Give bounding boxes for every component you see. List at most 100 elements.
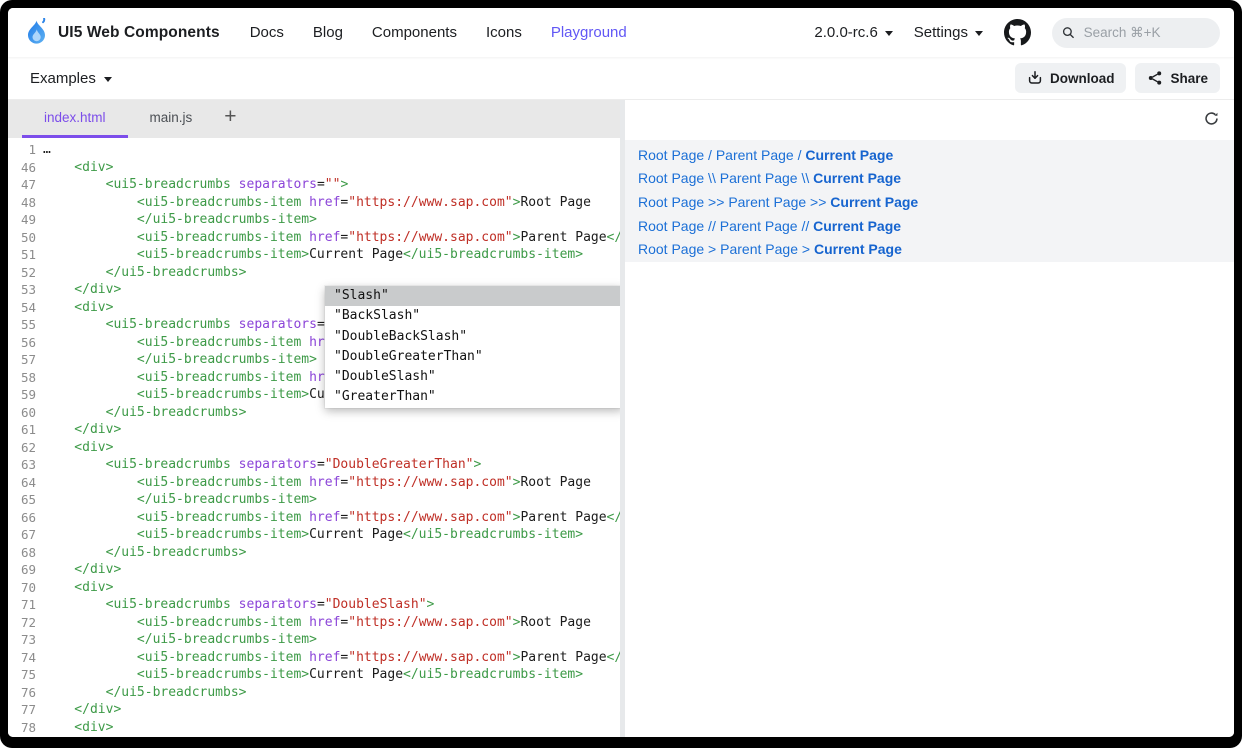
code-line[interactable]: 50 <ui5-breadcrumbs-item href="https://w… bbox=[8, 229, 620, 247]
code-line[interactable]: 51 <ui5-breadcrumbs-item>Current Page</u… bbox=[8, 246, 620, 264]
version-label: 2.0.0-rc.6 bbox=[814, 24, 877, 41]
search-box[interactable] bbox=[1052, 18, 1220, 48]
code-text: </ui5-breadcrumbs> bbox=[43, 684, 247, 702]
nav-link-components[interactable]: Components bbox=[372, 24, 457, 41]
line-number: 52 bbox=[16, 264, 36, 282]
code-line[interactable]: 64 <ui5-breadcrumbs-item href="https://w… bbox=[8, 474, 620, 492]
settings-dropdown[interactable]: Settings bbox=[914, 24, 983, 41]
settings-label: Settings bbox=[914, 24, 968, 41]
editor-tabbar: index.htmlmain.js + bbox=[8, 100, 620, 138]
code-line[interactable]: 47 <ui5-breadcrumbs separators=""> bbox=[8, 176, 620, 194]
code-line[interactable]: 78 <div> bbox=[8, 719, 620, 737]
breadcrumb-link[interactable]: Parent Page bbox=[720, 241, 798, 257]
code-text: <ui5-breadcrumbs-item href="https://www.… bbox=[43, 474, 591, 492]
autocomplete-option[interactable]: "DoubleGreaterThan" bbox=[325, 347, 620, 367]
code-line[interactable]: 77 </div> bbox=[8, 701, 620, 719]
autocomplete-option[interactable]: "BackSlash" bbox=[325, 306, 620, 326]
code-text: <div> bbox=[43, 439, 113, 457]
code-line[interactable]: 73 </ui5-breadcrumbs-item> bbox=[8, 631, 620, 649]
line-number: 66 bbox=[16, 509, 36, 527]
code-line[interactable]: 1… bbox=[8, 141, 620, 159]
code-text: </ui5-breadcrumbs-item> bbox=[43, 491, 317, 509]
share-label: Share bbox=[1170, 71, 1208, 86]
breadcrumb-current-page: Current Page bbox=[813, 218, 901, 234]
nav-link-blog[interactable]: Blog bbox=[313, 24, 343, 41]
breadcrumb-link[interactable]: Parent Page bbox=[728, 194, 806, 210]
code-text: </div> bbox=[43, 281, 121, 299]
add-tab-button[interactable]: + bbox=[214, 106, 250, 132]
code-line[interactable]: 69 </div> bbox=[8, 561, 620, 579]
autocomplete-option[interactable]: "GreaterThan" bbox=[325, 387, 620, 407]
autocomplete-option[interactable]: "Slash" bbox=[325, 286, 620, 306]
code-text: <div> bbox=[43, 159, 113, 177]
line-number: 72 bbox=[16, 614, 36, 632]
code-line[interactable]: 75 <ui5-breadcrumbs-item>Current Page</u… bbox=[8, 666, 620, 684]
breadcrumb-link[interactable]: Parent Page bbox=[720, 170, 798, 186]
breadcrumb-link[interactable]: Root Page bbox=[638, 170, 704, 186]
line-number: 74 bbox=[16, 649, 36, 667]
autocomplete-option[interactable]: "DoubleBackSlash" bbox=[325, 327, 620, 347]
code-line[interactable]: 61 </div> bbox=[8, 421, 620, 439]
breadcrumb-link[interactable]: Root Page bbox=[638, 194, 704, 210]
github-link[interactable] bbox=[1004, 19, 1031, 46]
line-number: 59 bbox=[16, 386, 36, 404]
nav-link-docs[interactable]: Docs bbox=[250, 24, 284, 41]
breadcrumb-link[interactable]: Parent Page bbox=[716, 147, 794, 163]
code-line[interactable]: 52 </ui5-breadcrumbs> bbox=[8, 264, 620, 282]
code-line[interactable]: 67 <ui5-breadcrumbs-item>Current Page</u… bbox=[8, 526, 620, 544]
download-button[interactable]: Download bbox=[1015, 63, 1127, 93]
code-text: <ui5-breadcrumbs separators="DoubleGreat… bbox=[43, 456, 481, 474]
breadcrumb-link[interactable]: Parent Page bbox=[720, 218, 798, 234]
line-number: 54 bbox=[16, 299, 36, 317]
code-line[interactable]: 48 <ui5-breadcrumbs-item href="https://w… bbox=[8, 194, 620, 212]
code-line[interactable]: 46 <div> bbox=[8, 159, 620, 177]
code-text: </ui5-breadcrumbs-item> bbox=[43, 631, 317, 649]
code-line[interactable]: 63 <ui5-breadcrumbs separators="DoubleGr… bbox=[8, 456, 620, 474]
editor-tab-main.js[interactable]: main.js bbox=[128, 100, 215, 138]
code-text: </ui5-breadcrumbs> bbox=[43, 544, 247, 562]
share-button[interactable]: Share bbox=[1135, 63, 1220, 93]
code-line[interactable]: 71 <ui5-breadcrumbs separators="DoubleSl… bbox=[8, 596, 620, 614]
breadcrumb-link[interactable]: Root Page bbox=[638, 147, 704, 163]
code-text: <ui5-breadcrumbs-item href="https://www.… bbox=[43, 649, 620, 667]
code-line[interactable]: 66 <ui5-breadcrumbs-item href="https://w… bbox=[8, 509, 620, 527]
refresh-button[interactable] bbox=[1201, 110, 1221, 130]
brand[interactable]: UI5 Web Components bbox=[24, 18, 220, 47]
code-editor[interactable]: 1…46 <div>47 <ui5-breadcrumbs separators… bbox=[8, 138, 620, 737]
breadcrumb-link[interactable]: Root Page bbox=[638, 241, 704, 257]
version-dropdown[interactable]: 2.0.0-rc.6 bbox=[814, 24, 892, 41]
line-number: 64 bbox=[16, 474, 36, 492]
code-line[interactable]: 70 <div> bbox=[8, 579, 620, 597]
code-text: <ui5-breadcrumbs separators=""> bbox=[43, 176, 348, 194]
autocomplete-option[interactable]: "DoubleSlash" bbox=[325, 367, 620, 387]
code-text: <ui5-breadcrumbs-item>Current Page</ui5-… bbox=[43, 666, 583, 684]
examples-dropdown[interactable]: Examples bbox=[30, 70, 112, 87]
code-line[interactable]: 74 <ui5-breadcrumbs-item href="https://w… bbox=[8, 649, 620, 667]
editor-tab-index.html[interactable]: index.html bbox=[22, 100, 128, 138]
line-number: 62 bbox=[16, 439, 36, 457]
code-text: <div> bbox=[43, 719, 113, 737]
line-number: 46 bbox=[16, 159, 36, 177]
code-text: <ui5-breadcrumbs-item>Current Page</ui5-… bbox=[43, 526, 583, 544]
code-text: <div> bbox=[43, 579, 113, 597]
code-line[interactable]: 72 <ui5-breadcrumbs-item href="https://w… bbox=[8, 614, 620, 632]
code-line[interactable]: 49 </ui5-breadcrumbs-item> bbox=[8, 211, 620, 229]
breadcrumb-link[interactable]: Root Page bbox=[638, 218, 704, 234]
code-line[interactable]: 76 </ui5-breadcrumbs> bbox=[8, 684, 620, 702]
code-line[interactable]: 65 </ui5-breadcrumbs-item> bbox=[8, 491, 620, 509]
nav-link-icons[interactable]: Icons bbox=[486, 24, 522, 41]
preview-toolbar bbox=[625, 100, 1234, 140]
tabs: index.htmlmain.js bbox=[22, 100, 214, 138]
pane-splitter[interactable] bbox=[620, 100, 625, 737]
nav-link-playground[interactable]: Playground bbox=[551, 24, 627, 41]
app-window: UI5 Web Components Docs Blog Components Ico… bbox=[8, 8, 1234, 737]
code-line[interactable]: 62 <div> bbox=[8, 439, 620, 457]
code-text: </div> bbox=[43, 421, 121, 439]
search-input[interactable] bbox=[1082, 24, 1210, 41]
code-line[interactable]: 68 </ui5-breadcrumbs> bbox=[8, 544, 620, 562]
line-number: 48 bbox=[16, 194, 36, 212]
preview-output: Root Page / Parent Page / Current PageRo… bbox=[625, 140, 1234, 262]
breadcrumb-row: Root Page > Parent Page > Current Page bbox=[638, 237, 1234, 261]
line-number: 69 bbox=[16, 561, 36, 579]
line-number: 73 bbox=[16, 631, 36, 649]
